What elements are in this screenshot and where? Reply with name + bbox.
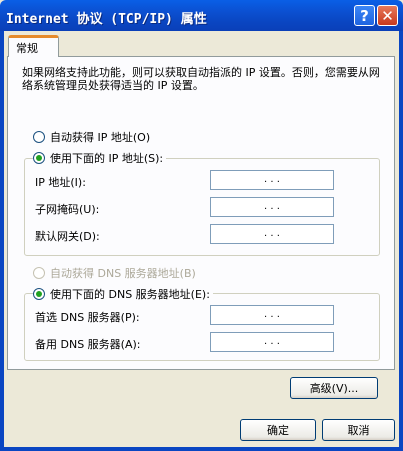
auto-ip-radio[interactable] [33,131,45,143]
auto-ip-option[interactable]: 自动获得 IP 地址(O) [33,129,150,145]
window-frame-bottom [0,447,403,451]
auto-dns-option[interactable]: 自动获得 DNS 服务器地址(B) [33,265,196,281]
window-title: Internet 协议 (TCP/IP) 属性 [6,12,207,27]
auto-dns-radio[interactable] [33,267,45,279]
title-bar[interactable]: Internet 协议 (TCP/IP) 属性 ? ✕ [0,0,403,31]
subnet-mask-value: . . . [264,201,280,212]
manual-ip-radio[interactable] [33,152,45,164]
advanced-button[interactable]: 高级(V)... [290,377,378,399]
auto-dns-label: 自动获得 DNS 服务器地址(B) [50,267,196,280]
tab-general[interactable]: 常规 [8,35,59,57]
window-frame-right [399,31,403,451]
ip-address-input[interactable]: . . . [210,170,334,190]
default-gateway-value: . . . [264,228,280,239]
manual-dns-radio[interactable] [33,288,45,300]
cancel-button[interactable]: 取消 [322,419,395,441]
manual-ip-option[interactable]: 使用下面的 IP 地址(S): [33,150,167,166]
ip-address-label: IP 地址(I): [35,176,86,189]
alternate-dns-value: . . . [264,336,280,347]
description-text: 如果网络支持此功能，则可以获取自动指派的 IP 设置。否则，您需要从网络系统管理… [22,66,380,92]
alternate-dns-label: 备用 DNS 服务器(A): [35,338,141,351]
help-icon: ? [360,6,369,25]
ip-address-value: . . . [264,174,280,185]
window-frame-left [0,31,4,451]
alternate-dns-input[interactable]: . . . [210,332,334,352]
preferred-dns-label: 首选 DNS 服务器(P): [35,311,140,324]
ok-button[interactable]: 确定 [240,419,316,441]
help-button[interactable]: ? [354,5,375,26]
default-gateway-label: 默认网关(D): [35,230,100,243]
subnet-mask-label: 子网掩码(U): [35,203,100,216]
manual-dns-option[interactable]: 使用下面的 DNS 服务器地址(E): [33,286,213,302]
preferred-dns-input[interactable]: . . . [210,305,334,325]
subnet-mask-input[interactable]: . . . [210,197,334,217]
manual-ip-label: 使用下面的 IP 地址(S): [50,152,164,165]
auto-ip-label: 自动获得 IP 地址(O) [50,131,151,144]
close-icon: ✕ [381,6,394,25]
preferred-dns-value: . . . [264,309,280,320]
default-gateway-input[interactable]: . . . [210,224,334,244]
manual-dns-label: 使用下面的 DNS 服务器地址(E): [50,288,210,301]
close-button[interactable]: ✕ [377,5,398,26]
